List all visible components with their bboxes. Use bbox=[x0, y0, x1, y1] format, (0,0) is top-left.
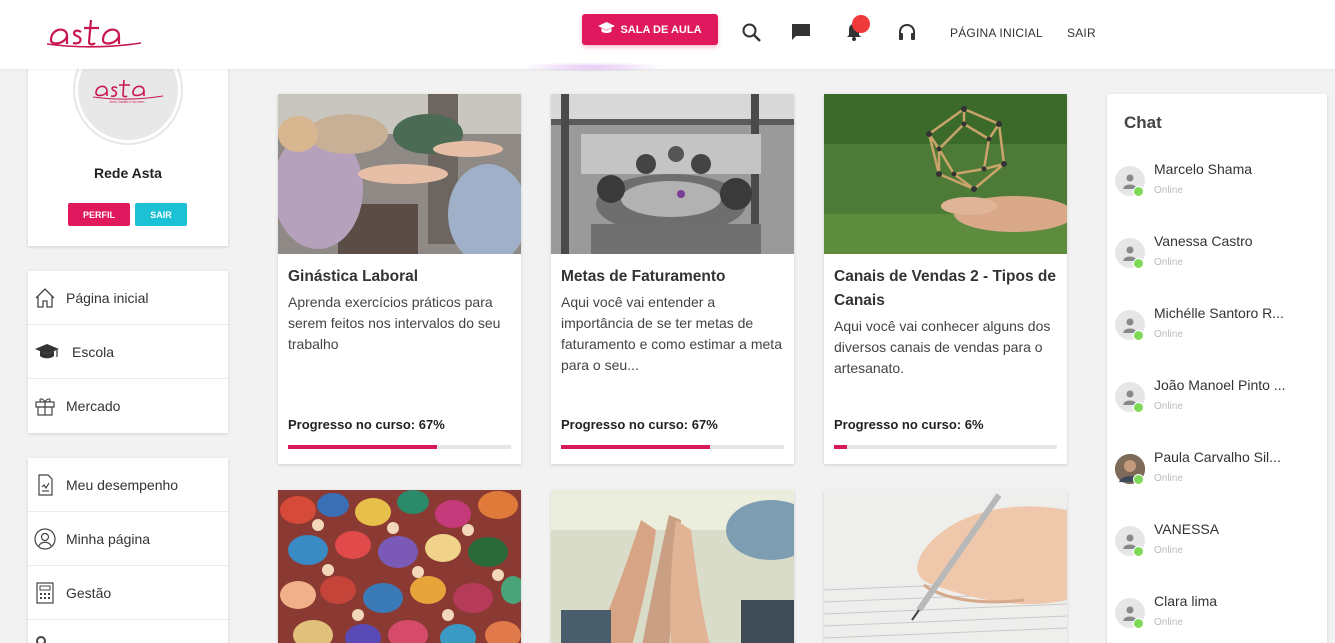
menu-label: Mercado bbox=[66, 398, 121, 414]
menu-item-mercado[interactable]: Mercado bbox=[28, 379, 228, 433]
chat-user-name: Vanessa Castro bbox=[1154, 233, 1253, 249]
chat-user-status: Online bbox=[1154, 473, 1183, 484]
course-image[interactable] bbox=[278, 94, 521, 254]
chat-user[interactable]: Paula Carvalho Sil... Online bbox=[1115, 449, 1320, 504]
course-card[interactable]: Ginástica Laboral Aprenda exercícios prá… bbox=[278, 94, 521, 464]
menu-item-gestao[interactable]: Gestão bbox=[28, 566, 228, 620]
profile-name: Rede Asta bbox=[94, 165, 162, 181]
chat-user-name: Paula Carvalho Sil... bbox=[1154, 449, 1281, 465]
sair-link[interactable]: SAIR bbox=[1067, 26, 1096, 40]
online-indicator bbox=[1133, 618, 1144, 629]
course-image[interactable] bbox=[824, 94, 1067, 254]
course-title[interactable]: Metas de Faturamento bbox=[561, 265, 789, 289]
calculator-icon bbox=[34, 581, 56, 604]
course-progress-bar bbox=[561, 445, 784, 449]
online-indicator bbox=[1133, 402, 1144, 413]
main-menu: Página inicial Escola Mercado bbox=[28, 271, 228, 433]
gift-icon bbox=[34, 395, 56, 417]
course-progress-label: Progresso no curso: 6% bbox=[834, 417, 984, 432]
menu-label: Meu desempenho bbox=[66, 476, 179, 493]
profile-card: bom, bonito e do bem Rede Asta PERFIL SA… bbox=[28, 35, 228, 246]
graduation-cap-icon bbox=[33, 341, 61, 363]
asta-avatar-logo: bom, bonito e do bem bbox=[93, 79, 163, 104]
home-icon bbox=[34, 287, 56, 309]
course-image[interactable] bbox=[824, 490, 1067, 643]
online-indicator bbox=[1133, 258, 1144, 269]
menu-item-minha-pagina[interactable]: Minha página bbox=[28, 512, 228, 566]
chat-user-status: Online bbox=[1154, 185, 1183, 196]
chat-user-name: VANESSA bbox=[1154, 521, 1220, 537]
course-image[interactable] bbox=[551, 94, 794, 254]
headset-icon[interactable] bbox=[897, 22, 917, 42]
course-card[interactable]: Canais de Vendas 2 - Tipos de Canais Aqu… bbox=[824, 94, 1067, 464]
chat-user[interactable]: João Manoel Pinto ... Online bbox=[1115, 377, 1320, 432]
sala-de-aula-label: SALA DE AULA bbox=[620, 23, 702, 36]
course-description: Aqui você vai entender a importância de … bbox=[561, 294, 782, 373]
notification-badge bbox=[852, 15, 870, 33]
course-description: Aqui você vai conhecer alguns dos divers… bbox=[834, 318, 1051, 376]
secondary-menu: Meu desempenho Minha página Gestão bbox=[28, 458, 228, 643]
course-title[interactable]: Canais de Vendas 2 - Tipos de Canais bbox=[834, 265, 1062, 313]
course-title[interactable]: Ginástica Laboral bbox=[288, 265, 516, 289]
menu-label: Escola bbox=[72, 343, 115, 360]
course-image[interactable] bbox=[278, 490, 521, 643]
course-progress-label: Progresso no curso: 67% bbox=[561, 417, 718, 432]
course-description: Aprenda exercícios práticos para serem f… bbox=[288, 294, 501, 352]
course-card[interactable]: Metas de Faturamento Aqui você vai enten… bbox=[551, 94, 794, 464]
chat-panel: Chat Marcelo Shama Online Vanessa Castro… bbox=[1107, 94, 1327, 643]
chat-user[interactable]: VANESSA Online bbox=[1115, 521, 1320, 576]
report-icon bbox=[34, 473, 56, 496]
sala-de-aula-button[interactable]: SALA DE AULA bbox=[582, 14, 718, 45]
online-indicator bbox=[1133, 474, 1144, 485]
perfil-button[interactable]: PERFIL bbox=[68, 203, 130, 226]
search-icon[interactable] bbox=[741, 22, 761, 42]
course-card[interactable] bbox=[824, 490, 1067, 643]
course-image[interactable] bbox=[551, 490, 794, 643]
chat-user-name: Marcelo Shama bbox=[1154, 161, 1253, 177]
chat-user[interactable]: Clara lima Online bbox=[1115, 593, 1320, 643]
chat-user-name: João Manoel Pinto ... bbox=[1154, 377, 1286, 393]
menu-item-escola[interactable]: Escola bbox=[28, 325, 228, 379]
chat-user-status: Online bbox=[1154, 401, 1183, 412]
chat-user-status: Online bbox=[1154, 545, 1183, 556]
online-indicator bbox=[1133, 186, 1144, 197]
sair-button[interactable]: SAIR bbox=[135, 203, 187, 226]
chat-user-status: Online bbox=[1154, 257, 1183, 268]
menu-label: Gestão bbox=[66, 584, 112, 601]
course-progress-bar bbox=[834, 445, 1057, 449]
online-indicator bbox=[1133, 330, 1144, 341]
chat-user-name: Michélle Santoro R... bbox=[1154, 305, 1284, 321]
menu-item-pagina-inicial[interactable]: Página inicial bbox=[28, 271, 228, 325]
chat-user-status: Online bbox=[1154, 617, 1183, 628]
graduation-cap-icon bbox=[598, 21, 616, 38]
settings-icon[interactable] bbox=[35, 634, 47, 643]
chat-user-status: Online bbox=[1154, 329, 1183, 340]
course-progress-label: Progresso no curso: 67% bbox=[288, 417, 445, 432]
chat-title: Chat bbox=[1124, 113, 1162, 132]
menu-label: Página inicial bbox=[66, 289, 149, 306]
sala-button-glow bbox=[520, 62, 665, 72]
course-card[interactable] bbox=[551, 490, 794, 643]
pagina-inicial-link[interactable]: PÁGINA INICIAL bbox=[950, 26, 1043, 40]
svg-text:bom, bonito e do bem: bom, bonito e do bem bbox=[110, 100, 145, 104]
chat-user[interactable]: Marcelo Shama Online bbox=[1115, 161, 1320, 216]
online-indicator bbox=[1133, 546, 1144, 557]
course-card[interactable] bbox=[278, 490, 521, 643]
menu-item-meu-desempenho[interactable]: Meu desempenho bbox=[28, 458, 228, 512]
chat-user[interactable]: Michélle Santoro R... Online bbox=[1115, 305, 1320, 360]
chat-user[interactable]: Vanessa Castro Online bbox=[1115, 233, 1320, 288]
course-progress-bar bbox=[288, 445, 511, 449]
chat-user-name: Clara lima bbox=[1154, 593, 1218, 609]
asta-logo[interactable] bbox=[47, 14, 141, 48]
chat-bubble-icon[interactable] bbox=[791, 22, 811, 42]
user-circle-icon bbox=[34, 527, 56, 550]
top-header: SALA DE AULA PÁGINA INICIAL SAIR bbox=[0, 0, 1335, 69]
menu-label: Minha página bbox=[66, 530, 151, 547]
